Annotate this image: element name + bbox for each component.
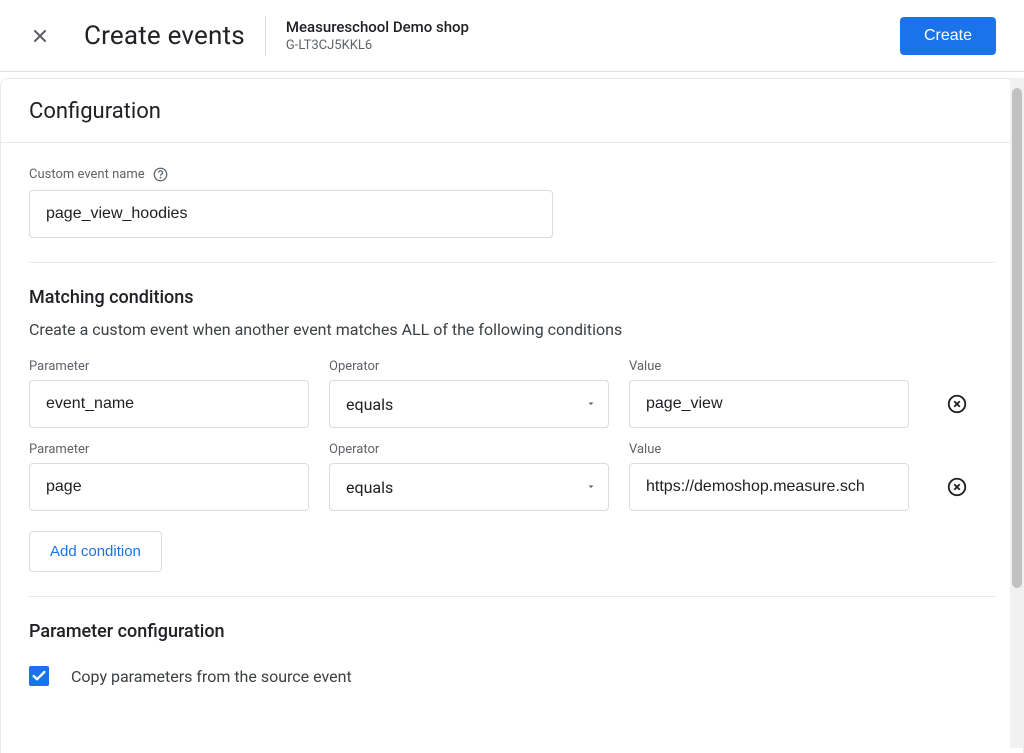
value-label: Value [629, 442, 909, 457]
custom-event-name-input[interactable] [29, 190, 553, 238]
scrollbar-track[interactable] [1010, 78, 1024, 748]
shop-id: G-LT3CJ5KKL6 [286, 38, 469, 53]
parameter-input[interactable] [29, 463, 309, 511]
parameter-input[interactable] [29, 380, 309, 428]
check-icon [31, 668, 47, 684]
matching-desc: Create a custom event when another event… [29, 320, 995, 339]
param-config-title: Parameter configuration [29, 621, 995, 642]
remove-icon [946, 476, 968, 498]
parameter-config-section: Parameter configuration Copy parameters … [1, 597, 1023, 726]
scrollbar-thumb[interactable] [1012, 88, 1022, 588]
matching-conditions-section: Matching conditions Create a custom even… [1, 263, 1023, 572]
matching-title: Matching conditions [29, 287, 995, 308]
page-title: Create events [84, 21, 245, 51]
context-block: Measureschool Demo shop G-LT3CJ5KKL6 [286, 18, 469, 53]
copy-params-label: Copy parameters from the source event [71, 667, 352, 686]
value-label: Value [629, 359, 909, 374]
remove-condition-button[interactable] [939, 463, 975, 511]
help-icon[interactable] [153, 167, 168, 182]
value-input[interactable] [629, 380, 909, 428]
config-title: Configuration [1, 79, 1023, 143]
param-label: Parameter [29, 442, 309, 457]
value-input[interactable] [629, 463, 909, 511]
operator-select[interactable]: equals [329, 380, 609, 428]
close-icon [30, 26, 50, 46]
close-button[interactable] [28, 24, 52, 48]
operator-label: Operator [329, 359, 609, 374]
operator-select[interactable]: equals [329, 463, 609, 511]
add-condition-button[interactable]: Add condition [29, 531, 162, 572]
create-button[interactable]: Create [900, 17, 996, 55]
copy-params-checkbox[interactable] [29, 666, 49, 686]
custom-event-label: Custom event name [29, 167, 145, 182]
conditions-list: Parameter Operator equals Value [29, 359, 995, 511]
main-panel: Configuration Custom event name Matching… [0, 78, 1024, 753]
remove-icon [946, 393, 968, 415]
shop-name: Measureschool Demo shop [286, 18, 469, 36]
remove-condition-button[interactable] [939, 380, 975, 428]
top-bar: Create events Measureschool Demo shop G-… [0, 0, 1024, 72]
header-divider [265, 16, 266, 56]
operator-label: Operator [329, 442, 609, 457]
condition-row: Parameter Operator equals Value [29, 359, 995, 428]
condition-row: Parameter Operator equals Value [29, 442, 995, 511]
param-label: Parameter [29, 359, 309, 374]
custom-event-section: Custom event name [1, 143, 1023, 238]
